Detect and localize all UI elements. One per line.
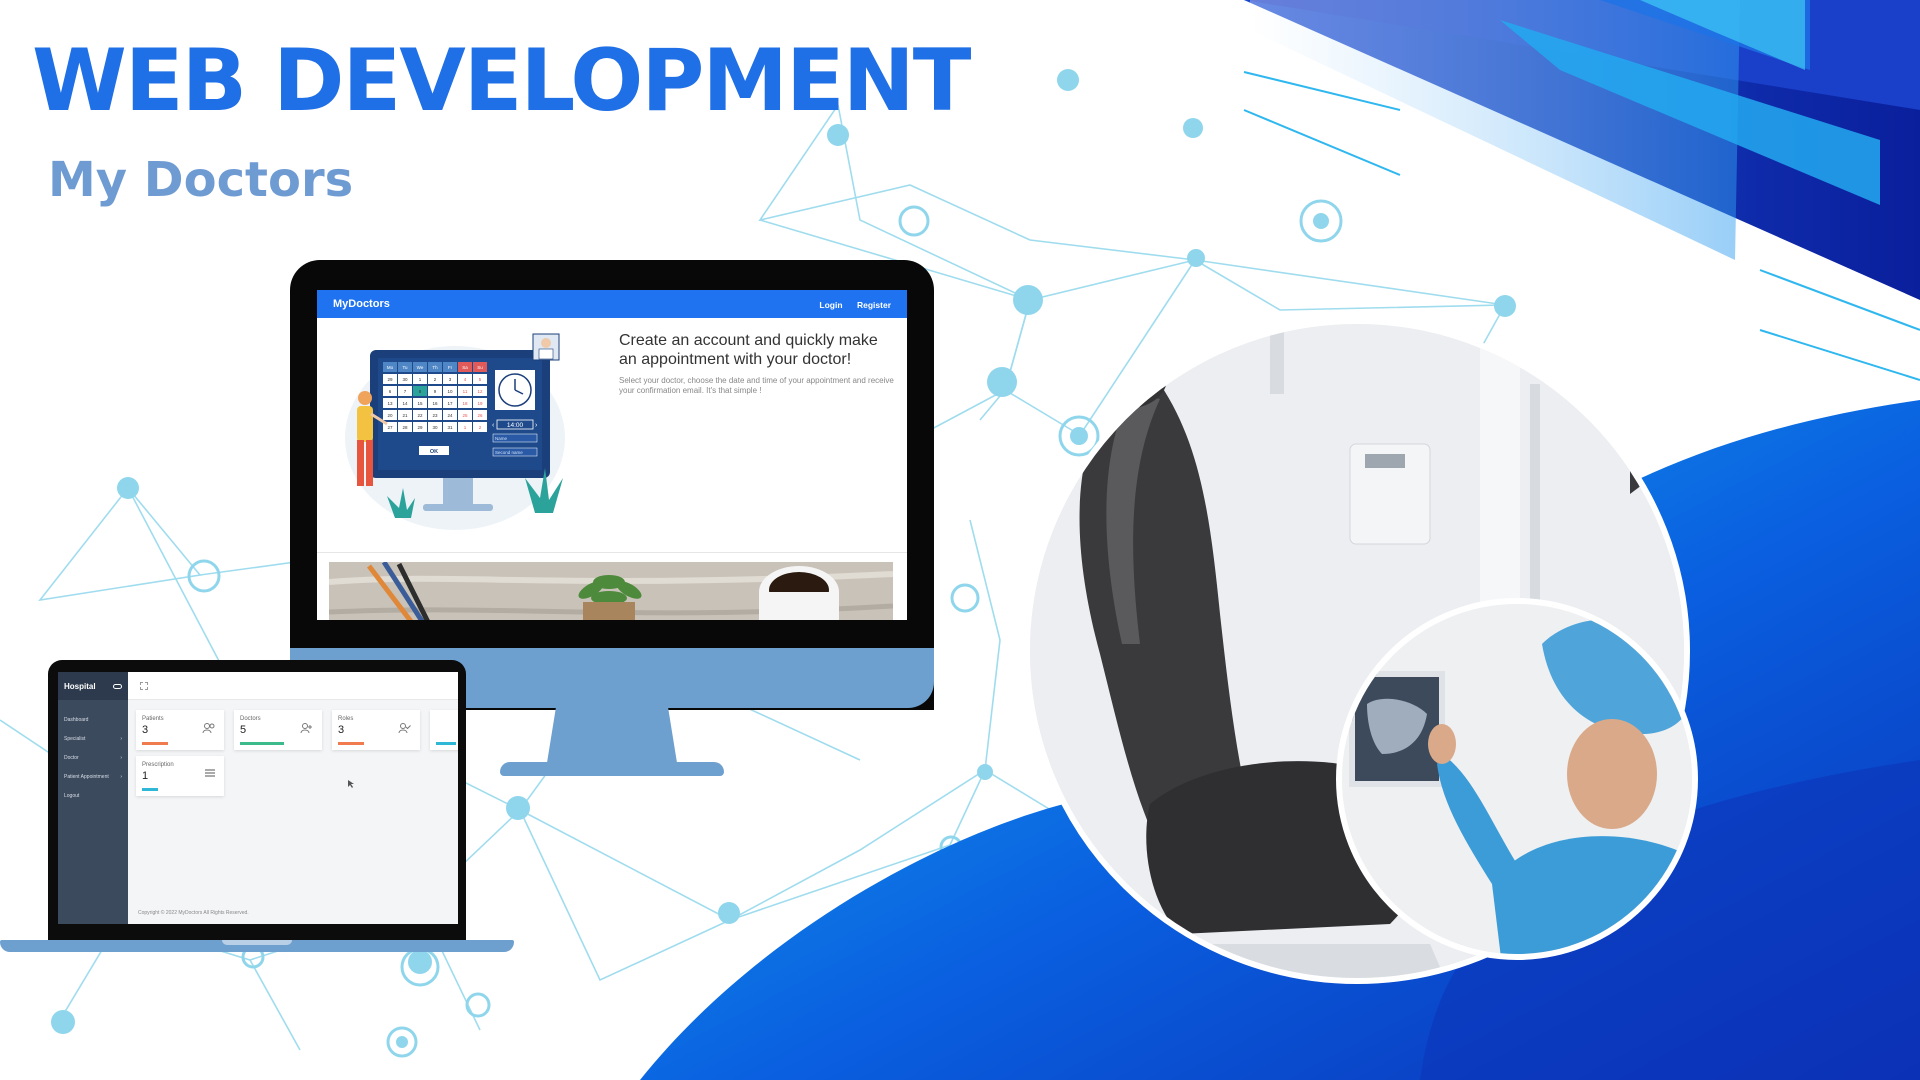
calendar-day-label: 18 xyxy=(462,401,468,406)
calendar-day-label: 22 xyxy=(417,413,423,418)
calendar-day-label: 19 xyxy=(477,401,483,406)
sidebar-item-specialist[interactable]: Specialist › xyxy=(58,729,128,748)
sidebar-item-logout[interactable]: Logout xyxy=(58,786,128,805)
headline: WEB DEVELOPMENT xyxy=(32,31,971,131)
register-link[interactable]: Register xyxy=(857,300,891,310)
desk-photo xyxy=(329,562,893,620)
calendar-weekday: Sa xyxy=(462,365,468,370)
calendar-weekday: Mo xyxy=(387,365,394,370)
calendar-day-label: 25 xyxy=(462,413,468,418)
calendar-weekday: Tu xyxy=(402,365,408,370)
cursor-icon xyxy=(348,780,354,788)
calendar-day-label: 30 xyxy=(432,425,438,430)
login-link[interactable]: Login xyxy=(819,300,842,310)
expand-icon[interactable] xyxy=(140,681,148,690)
calendar-day-label: 20 xyxy=(387,413,393,418)
calendar-day-label: 23 xyxy=(432,413,438,418)
second-name-field[interactable]: Second name xyxy=(495,450,523,455)
calendar-day-label: 16 xyxy=(432,401,438,406)
calendar-day-label: 30 xyxy=(402,377,408,382)
dashboard-sidebar: Hospital Dashboard Specialist › Doctor › P… xyxy=(58,672,128,924)
calendar-day-label: 13 xyxy=(387,401,393,406)
calendar-day-label: 28 xyxy=(402,425,408,430)
calendar-weekday: Su xyxy=(477,365,483,370)
card-doctors[interactable]: Doctors 5 xyxy=(234,710,322,750)
chevron-right-icon: › xyxy=(120,755,122,761)
calendar-day-label: 27 xyxy=(387,425,393,430)
calendar-day-label: 14 xyxy=(402,401,408,406)
subheadline: My Doctors xyxy=(48,152,354,208)
sidebar-item-patient-appointment[interactable]: Patient Appointment › xyxy=(58,767,128,786)
card-prescription[interactable]: Prescription 1 xyxy=(136,756,224,796)
card-bar xyxy=(338,742,364,745)
site-hero: Mo Tu We Th Fr Sa Su 29 30 1 2 3 4 5 6 7 8 9 10 11 12 13 14 15… xyxy=(317,318,907,558)
monitor-stand xyxy=(546,708,678,766)
users-icon xyxy=(202,723,215,734)
appointment-illustration: Mo Tu We Th Fr Sa Su 29 30 1 2 3 4 56 7 8 9 10 11 1213 14 15… xyxy=(345,333,565,530)
laptop-notch xyxy=(222,940,292,945)
calendar-day-label: 29 xyxy=(417,425,423,430)
card-bar xyxy=(142,788,158,791)
clock-time: 14:00 xyxy=(507,422,524,429)
calendar-day-label: 31 xyxy=(447,425,453,430)
user-check-icon xyxy=(398,723,411,734)
calendar-weekday: Fr xyxy=(448,365,453,370)
list-icon xyxy=(205,769,215,777)
sidebar-item-doctor[interactable]: Doctor › xyxy=(58,748,128,767)
dentist-xray-photo xyxy=(1336,598,1698,960)
calendar-day-label: 29 xyxy=(387,377,393,382)
chevron-right-icon: › xyxy=(120,774,122,780)
card-patients[interactable]: Patients 3 xyxy=(136,710,224,750)
ok-button[interactable]: OK xyxy=(430,449,438,455)
site-navbar: MyDoctors Login Register xyxy=(317,290,907,318)
calendar-day-label: 15 xyxy=(417,401,423,406)
card-bar xyxy=(240,742,284,745)
site-brand[interactable]: MyDoctors xyxy=(333,298,390,310)
dashboard-topbar xyxy=(128,672,458,700)
name-field[interactable]: Name xyxy=(495,436,508,441)
section-divider xyxy=(317,552,907,553)
calendar-weekday: Th xyxy=(432,365,438,370)
chevron-right-icon: › xyxy=(120,736,122,742)
calendar-day-label: 24 xyxy=(447,413,453,418)
calendar-day-label: 11 xyxy=(463,389,468,394)
hero-text: Select your doctor, choose the date and … xyxy=(619,376,894,395)
calendar-day-label: 12 xyxy=(477,389,483,394)
dashboard-brand: Hospital xyxy=(64,681,96,691)
hero-heading: Create an account and quickly make an ap… xyxy=(619,332,878,368)
calendar-day-label: 17 xyxy=(447,401,453,406)
monitor-foot xyxy=(500,762,724,776)
dashboard-main: Patients 3 Doctors 5 Roles 3 Prescriptio… xyxy=(128,672,458,924)
dashboard-screen: Hospital Dashboard Specialist › Doctor › P… xyxy=(58,672,458,924)
desktop-site-screen: MyDoctors Login Register Mo Tu We Th Fr Sa Su … xyxy=(317,290,907,620)
sidebar-item-dashboard[interactable]: Dashboard xyxy=(58,710,128,729)
dashboard-footer: Copyright © 2022 MyDoctors All Rights Re… xyxy=(138,910,249,916)
calendar-day-label: 26 xyxy=(477,413,483,418)
user-plus-icon xyxy=(300,723,312,734)
card-partial xyxy=(430,710,458,750)
card-roles[interactable]: Roles 3 xyxy=(332,710,420,750)
calendar-day-label: 10 xyxy=(447,389,453,394)
calendar-day-label: 21 xyxy=(402,413,408,418)
calendar-weekday: We xyxy=(417,365,424,370)
card-bar xyxy=(142,742,168,745)
toggle-icon[interactable] xyxy=(113,683,122,689)
